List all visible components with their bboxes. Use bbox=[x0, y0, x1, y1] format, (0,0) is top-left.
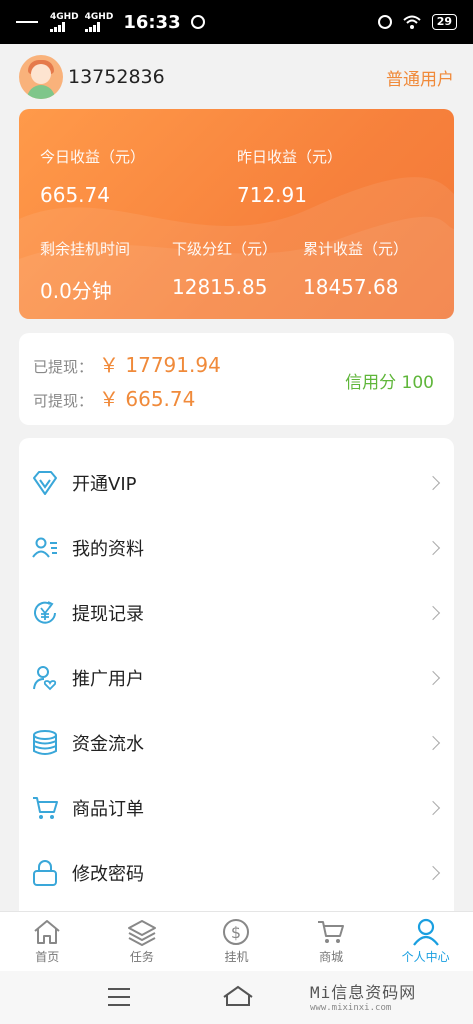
chevron-right-icon bbox=[425, 865, 441, 881]
available-value: ￥ 665.74 bbox=[99, 387, 196, 411]
tab-hangup[interactable]: $ 挂机 bbox=[189, 912, 284, 971]
menu-item-change-password[interactable]: 修改密码 bbox=[19, 841, 454, 905]
chevron-right-icon bbox=[425, 670, 441, 686]
status-time: 16:33 bbox=[123, 11, 181, 33]
chevron-right-icon bbox=[425, 800, 441, 816]
coin-stack-icon bbox=[33, 730, 57, 755]
stat-total-label: 累计收益（元） bbox=[303, 240, 409, 258]
stat-dividend-value: 12815.85 bbox=[172, 275, 268, 299]
menu-item-withdraw-records[interactable]: 提现记录 bbox=[19, 581, 454, 645]
diamond-icon bbox=[33, 471, 57, 495]
available-row: 可提现： ￥ 665.74 bbox=[33, 383, 195, 412]
chevron-right-icon bbox=[425, 475, 441, 491]
status-bar: 4GHD 4GHD 16:33 29 bbox=[0, 0, 473, 44]
menu-item-label: 修改密码 bbox=[72, 864, 144, 885]
bottom-tab-bar: 首页 任务 $ 挂机 商城 个人中心 bbox=[0, 911, 473, 971]
watermark-line2: www.mixinxi.com bbox=[310, 1003, 392, 1013]
stat-remaining-label: 剩余挂机时间 bbox=[40, 240, 131, 258]
profile-card-icon bbox=[32, 537, 57, 558]
menu-item-fund-flow[interactable]: 资金流水 bbox=[19, 711, 454, 775]
dollar-circle-icon: $ bbox=[223, 919, 250, 945]
stat-dividend: 下级分红（元） 12815.85 bbox=[172, 238, 277, 299]
credit-score: 信用分 100 bbox=[345, 373, 434, 393]
tab-label: 挂机 bbox=[224, 950, 249, 964]
menu-item-label: 商品订单 bbox=[72, 799, 144, 820]
tab-label: 首页 bbox=[35, 950, 60, 964]
svg-text:$: $ bbox=[231, 923, 241, 942]
menu-item-orders[interactable]: 商品订单 bbox=[19, 776, 454, 840]
signal-bars-icon bbox=[84, 21, 100, 32]
stat-total: 累计收益（元） 18457.68 bbox=[303, 238, 408, 299]
chevron-right-icon bbox=[425, 735, 441, 751]
stat-today-value: 665.74 bbox=[40, 183, 110, 207]
system-nav-bar: Mi信息资码网 www.mixinxi.com bbox=[0, 971, 473, 1024]
alarm-icon bbox=[190, 15, 205, 29]
stat-remaining-value: 0.0分钟 bbox=[40, 279, 112, 303]
stat-yesterday: 昨日收益（元） 712.91 bbox=[237, 146, 342, 207]
menu-item-label: 资金流水 bbox=[72, 734, 144, 755]
tab-label: 商城 bbox=[319, 950, 344, 964]
battery-icon: 29 bbox=[431, 14, 457, 30]
stat-today: 今日收益（元） 665.74 bbox=[40, 146, 145, 207]
stat-remaining: 剩余挂机时间 0.0分钟 bbox=[40, 238, 130, 304]
available-label: 可提现： bbox=[33, 392, 94, 410]
stat-total-value: 18457.68 bbox=[303, 275, 399, 299]
signal-2: 4GHD bbox=[84, 11, 114, 32]
stat-yesterday-value: 712.91 bbox=[237, 183, 307, 207]
alarm-clock-icon bbox=[377, 15, 392, 29]
menu-item-label: 开通VIP bbox=[72, 474, 137, 495]
tab-label: 任务 bbox=[129, 950, 154, 964]
system-home-icon[interactable] bbox=[222, 983, 254, 1009]
avatar[interactable] bbox=[19, 55, 63, 99]
withdrawn-label: 已提现： bbox=[33, 358, 94, 376]
cart-icon bbox=[33, 797, 58, 819]
username: 13752836 bbox=[68, 66, 165, 88]
network-type-1: 4GHD bbox=[50, 11, 79, 22]
watermark-line1: Mi信息资码网 bbox=[310, 983, 417, 1002]
menu-item-label: 提现记录 bbox=[72, 604, 144, 625]
tab-home[interactable]: 首页 bbox=[0, 912, 95, 971]
menu-item-profile[interactable]: 我的资料 bbox=[19, 516, 454, 580]
stat-today-label: 今日收益（元） bbox=[40, 148, 146, 166]
withdrawn-row: 已提现： ￥ 17791.94 bbox=[33, 349, 221, 378]
lock-icon bbox=[33, 860, 57, 886]
yuan-refresh-icon bbox=[34, 601, 56, 624]
notification-dash-icon bbox=[16, 21, 38, 23]
menu-item-label: 推广用户 bbox=[72, 669, 144, 690]
chevron-right-icon bbox=[425, 540, 441, 556]
layers-icon bbox=[127, 920, 156, 946]
stat-yesterday-label: 昨日收益（元） bbox=[237, 148, 343, 166]
cart-icon bbox=[318, 921, 345, 943]
menu-item-label: 我的资料 bbox=[72, 539, 144, 560]
home-icon bbox=[34, 920, 60, 944]
chevron-right-icon bbox=[425, 605, 441, 621]
withdrawn-value: ￥ 17791.94 bbox=[99, 353, 221, 377]
menu-item-vip[interactable]: 开通VIP bbox=[19, 451, 454, 515]
recent-apps-icon[interactable] bbox=[108, 988, 130, 1012]
wifi-icon bbox=[403, 15, 421, 29]
signal-bars-icon bbox=[50, 21, 65, 32]
profile-header: 13752836 普通用户 bbox=[0, 44, 473, 110]
withdraw-card: 已提现： ￥ 17791.94 可提现： ￥ 665.74 信用分 100 bbox=[19, 333, 454, 425]
person-icon bbox=[412, 918, 439, 946]
network-type-2: 4GHD bbox=[84, 11, 114, 22]
user-heart-icon bbox=[33, 666, 57, 691]
signal-1: 4GHD bbox=[50, 11, 79, 32]
menu-list: 开通VIP 我的资料 提现记录 推广用户 资金流水 商品订单 修改密码 bbox=[19, 438, 454, 913]
stat-dividend-label: 下级分红（元） bbox=[172, 240, 278, 258]
earnings-card: 今日收益（元） 665.74 昨日收益（元） 712.91 剩余挂机时间 0.0… bbox=[19, 109, 454, 319]
tab-mall[interactable]: 商城 bbox=[284, 912, 379, 971]
tab-profile[interactable]: 个人中心 bbox=[378, 912, 473, 971]
menu-item-promote-users[interactable]: 推广用户 bbox=[19, 646, 454, 710]
tab-tasks[interactable]: 任务 bbox=[95, 912, 190, 971]
user-level-badge: 普通用户 bbox=[386, 69, 454, 90]
tab-label: 个人中心 bbox=[401, 950, 450, 964]
watermark: Mi信息资码网 www.mixinxi.com bbox=[310, 979, 416, 1013]
